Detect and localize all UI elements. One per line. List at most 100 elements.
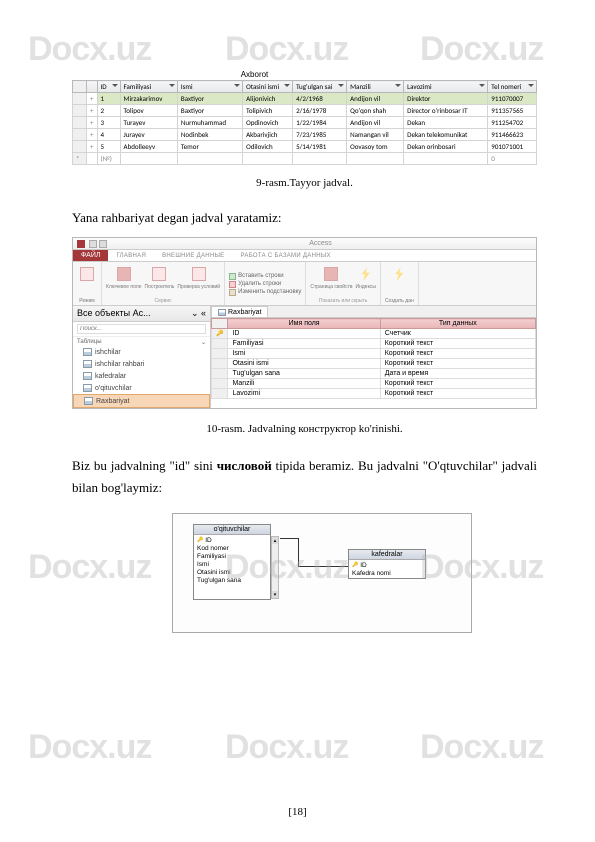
relation-line <box>298 538 299 566</box>
modify-lookup-button[interactable]: Изменить подстановку <box>229 289 301 296</box>
nav-item-selected[interactable]: Raxbariyat <box>73 394 210 408</box>
search-input[interactable] <box>77 324 206 334</box>
access-icon <box>77 240 85 248</box>
relation-line <box>298 566 348 567</box>
field-row[interactable]: Tug'ulgan sanaДата и время <box>212 369 536 379</box>
create-data-button[interactable] <box>389 264 409 284</box>
tab-database[interactable]: РАБОТА С БАЗАМИ ДАННЫХ <box>233 253 339 259</box>
table-row[interactable]: + 1 Mirzakarimov Baxtiyor Alijonivich 4/… <box>73 93 537 105</box>
tab-home[interactable]: ГЛАВНАЯ <box>108 253 154 259</box>
field-row[interactable]: IDСчетчик <box>212 329 536 339</box>
ribbon-group-events: Создать дан <box>381 262 419 305</box>
nav-group-header[interactable]: Таблицы⌄ <box>73 337 210 346</box>
paragraph: Biz bu jadvalning "id" sini числовой tip… <box>72 455 537 499</box>
table-icon <box>83 360 92 368</box>
view-button[interactable] <box>77 264 97 284</box>
tab-external[interactable]: ВНЕШНИЕ ДАННЫЕ <box>154 253 232 259</box>
field-row[interactable]: Otasini ismiКороткий текст <box>212 359 536 369</box>
ribbon-group-show: Страница свойств Индексы Показать или ск… <box>306 262 381 305</box>
nav-item[interactable]: ishchilar <box>73 346 210 358</box>
chevron-down-icon[interactable] <box>284 84 290 87</box>
field-row[interactable]: IsmiКороткий текст <box>212 349 536 359</box>
ribbon-group-views: Режим <box>73 262 102 305</box>
figure-caption: 9-rasm.Tayyor jadval. <box>72 177 537 189</box>
table-row[interactable]: + 2TolipovBaxtiyorTolipivich2/16/1978Qo'… <box>73 105 537 117</box>
nav-header[interactable]: Все объекты Ac... ⌄ « <box>73 306 210 322</box>
chevron-down-icon[interactable]: ⌄ « <box>191 308 206 319</box>
chevron-down-icon[interactable] <box>528 84 534 87</box>
table-icon <box>83 372 92 380</box>
nav-item[interactable]: kafedralar <box>73 370 210 382</box>
column-header[interactable]: Tug'ulgan sai <box>293 81 347 93</box>
relation-table[interactable]: kafedralar 🔑ID Kafedra nomi <box>348 549 426 579</box>
datasheet-title: Axborot <box>72 70 537 79</box>
table-row[interactable]: + 3TurayevNurmuhammadOpdinovich1/22/1984… <box>73 117 537 129</box>
column-header[interactable]: Manzili <box>347 81 404 93</box>
column-header[interactable]: ID <box>97 81 120 93</box>
new-record-row[interactable]: * (№)0 <box>73 153 537 165</box>
validation-button[interactable] <box>189 264 209 284</box>
ribbon-tabs: ФАЙЛ ГЛАВНАЯ ВНЕШНИЕ ДАННЫЕ РАБОТА С БАЗ… <box>73 250 536 262</box>
chevron-down-icon[interactable] <box>169 84 175 87</box>
column-header[interactable]: Familiyasi <box>120 81 177 93</box>
table-header-row: ID Familiyasi Ismi Otasini ismi Tug'ulga… <box>73 81 537 93</box>
group-name: Показать или скрыть <box>319 298 368 304</box>
expand-header <box>87 81 98 93</box>
delete-rows-button[interactable]: Удалить строки <box>229 281 281 288</box>
field-row[interactable]: ManziliКороткий текст <box>212 379 536 389</box>
relation-table[interactable]: o'qituvchilar 🔑ID Kod nomer Familiyasi I… <box>193 524 271 600</box>
watermark: Docx.uz <box>225 728 348 767</box>
scroll-down-icon[interactable]: ▾ <box>272 591 278 598</box>
access-window: Access ФАЙЛ ГЛАВНАЯ ВНЕШНИЕ ДАННЫЕ РАБОТ… <box>72 237 537 409</box>
design-view: Raxbariyat Имя поля Тип данных IDСчетчик… <box>211 306 536 408</box>
lightning-icon <box>359 267 373 281</box>
title-bar: Access <box>73 238 536 250</box>
column-header[interactable]: Tel nomeri <box>488 81 537 93</box>
key-icon <box>212 329 228 339</box>
app-title: Access <box>109 240 532 247</box>
table-icon <box>218 309 226 316</box>
ribbon-label: Проверка условий <box>177 285 220 290</box>
chevron-down-icon[interactable] <box>234 84 240 87</box>
relation-line <box>280 538 298 539</box>
builder-button[interactable] <box>149 264 169 284</box>
ribbon-label: Режим <box>79 299 94 304</box>
group-name: Сервис <box>154 298 171 304</box>
insert-rows-button[interactable]: Вставить строки <box>229 273 284 280</box>
save-icon[interactable] <box>89 240 97 248</box>
relation-table-title: kafedralar <box>349 550 425 560</box>
ribbon-group-rows: Вставить строки Удалить строки Изменить … <box>225 262 306 305</box>
column-header[interactable]: Ismi <box>177 81 242 93</box>
file-tab[interactable]: ФАЙЛ <box>73 250 108 261</box>
column-header[interactable]: Otasini ismi <box>243 81 293 93</box>
row-selector-header[interactable] <box>73 81 87 93</box>
chevron-down-icon[interactable] <box>112 84 118 87</box>
document-tab[interactable]: Raxbariyat <box>211 306 268 317</box>
undo-icon[interactable] <box>99 240 107 248</box>
scroll-up-icon[interactable]: ▴ <box>272 537 278 544</box>
table-row[interactable]: + 4JurayevNodinbekAkbarivjich7/23/1985Na… <box>73 129 537 141</box>
table-icon <box>84 397 93 405</box>
chevron-down-icon[interactable] <box>479 84 485 87</box>
page-number: [18] <box>0 806 595 818</box>
ribbon-group-tools: Ключевое поле Построитель Проверка услов… <box>102 262 225 305</box>
ribbon-label: Построитель <box>144 285 174 290</box>
scrollbar[interactable]: ▴ ▾ <box>271 536 279 599</box>
property-sheet-button[interactable] <box>321 264 341 284</box>
nav-search <box>73 322 210 337</box>
ribbon: Режим Ключевое поле Построитель Проверка… <box>73 262 536 306</box>
field-row[interactable]: FamiliyasiКороткий текст <box>212 339 536 349</box>
table-row[interactable]: + 5AbdolleeyvTemorOdilovich5/14/1981Oova… <box>73 141 537 153</box>
nav-item[interactable]: ishchilar rahbari <box>73 358 210 370</box>
primary-key-button[interactable] <box>114 264 134 284</box>
indexes-button[interactable] <box>356 264 376 284</box>
field-row[interactable]: LavozimiКороткий текст <box>212 389 536 399</box>
column-header[interactable]: Lavozimi <box>404 81 488 93</box>
chevron-down-icon[interactable] <box>338 84 344 87</box>
field-name-header: Имя поля <box>228 319 380 329</box>
nav-item[interactable]: o'qituvchilar <box>73 382 210 394</box>
datasheet-table: Axborot ID Familiyasi Ismi Otasini ismi … <box>72 70 537 165</box>
ribbon-label: Страница свойств <box>310 285 352 290</box>
chevron-down-icon[interactable] <box>395 84 401 87</box>
relationship-diagram: o'qituvchilar 🔑ID Kod nomer Familiyasi I… <box>172 513 472 633</box>
